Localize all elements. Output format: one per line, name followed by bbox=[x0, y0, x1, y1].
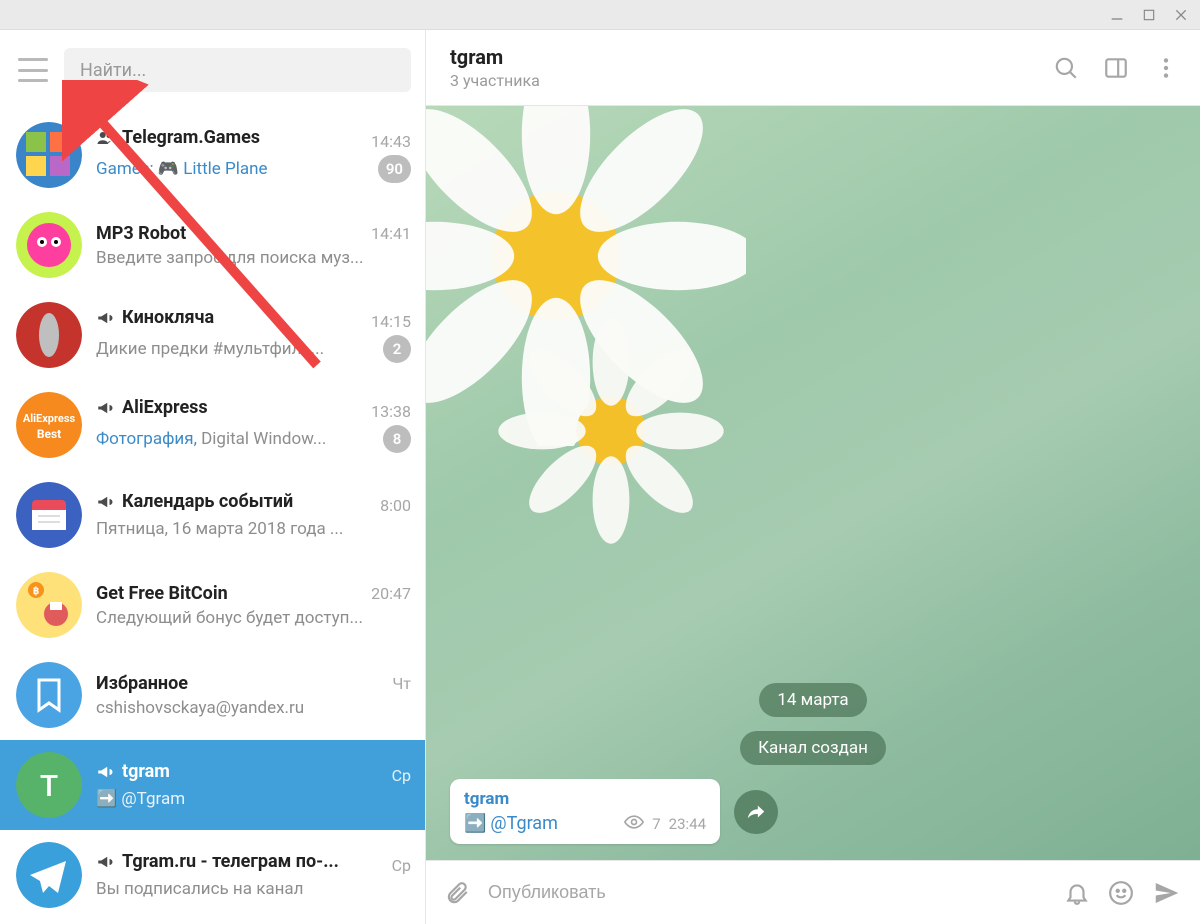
search-input[interactable]: Найти... bbox=[64, 48, 411, 92]
chat-list-item[interactable]: Tgram.ru - телеграм по-... Ср Вы подписали… bbox=[0, 830, 425, 920]
chat-title: Tgram.ru - телеграм по-... bbox=[122, 851, 339, 872]
unread-badge: 8 bbox=[383, 425, 411, 453]
chat-avatar bbox=[16, 122, 82, 188]
megaphone-icon bbox=[96, 493, 114, 511]
window-close-button[interactable] bbox=[1172, 6, 1190, 24]
chat-time: 13:38 bbox=[371, 402, 411, 421]
chat-preview: Вы подписались на канал bbox=[96, 879, 411, 899]
chat-preview: cshishovsckaya@yandex.ru bbox=[96, 698, 411, 718]
chat-list-item[interactable]: MP3 Robot 14:41 Введите запрос для поиска … bbox=[0, 200, 425, 290]
send-button[interactable] bbox=[1152, 878, 1182, 908]
chat-avatar: AliExpress Best bbox=[16, 392, 82, 458]
message-input[interactable] bbox=[488, 882, 1046, 903]
chat-avatar: ฿ bbox=[16, 572, 82, 638]
svg-text:AliExpress: AliExpress bbox=[23, 412, 76, 425]
background-flower-icon bbox=[496, 316, 726, 546]
message-composer bbox=[426, 860, 1200, 924]
chat-preview: Games: 🎮 Little Plane bbox=[96, 159, 370, 179]
chat-avatar bbox=[16, 482, 82, 548]
system-message-pill: Канал создан bbox=[740, 731, 886, 765]
svg-text:Best: Best bbox=[37, 427, 61, 441]
notifications-button[interactable] bbox=[1064, 880, 1090, 906]
chat-list-item[interactable]: Ttgram Ср ➡️ @Tgram bbox=[0, 740, 425, 830]
svg-text:T: T bbox=[40, 769, 58, 804]
chat-title: Telegram.Games bbox=[122, 127, 260, 148]
unread-badge: 2 bbox=[383, 335, 411, 363]
svg-text:฿: ฿ bbox=[33, 586, 39, 597]
window-minimize-button[interactable] bbox=[1108, 6, 1126, 24]
arrow-emoji-icon: ➡️ bbox=[464, 813, 486, 834]
chat-time: Чт bbox=[392, 674, 411, 693]
message-bubble[interactable]: tgram ➡️ @Tgram 7 23:44 bbox=[450, 779, 720, 844]
group-icon bbox=[96, 129, 114, 147]
megaphone-icon bbox=[96, 853, 114, 871]
chat-time: 14:43 bbox=[371, 132, 411, 151]
chat-avatar bbox=[16, 842, 82, 908]
search-placeholder: Найти... bbox=[80, 60, 146, 81]
unread-badge: 90 bbox=[378, 155, 411, 183]
chat-sidebar: Найти... Telegram.Games 14:43Games: 🎮 Lit… bbox=[0, 30, 426, 924]
chat-preview: Фотография, Digital Window... bbox=[96, 429, 375, 449]
main-menu-button[interactable] bbox=[18, 58, 48, 82]
chat-list-item[interactable]: AliExpress Best AliExpress 13:38 Фотография,… bbox=[0, 380, 425, 470]
chat-preview: Дикие предки #мультфиль... bbox=[96, 339, 375, 359]
chat-avatar bbox=[16, 302, 82, 368]
chat-preview: Следующий бонус будет доступ... bbox=[96, 608, 411, 628]
chat-preview: ➡️ @Tgram bbox=[96, 789, 411, 809]
chat-header-subtitle: 3 участника bbox=[450, 71, 1032, 90]
views-icon bbox=[624, 815, 644, 833]
chat-title: AliExpress bbox=[122, 397, 208, 418]
emoji-button[interactable] bbox=[1108, 880, 1134, 906]
chat-list-item[interactable]: Избранное Чт cshishovsckaya@yandex.ru bbox=[0, 650, 425, 740]
chat-panel: tgram 3 участника bbox=[426, 30, 1200, 924]
chat-time: 14:15 bbox=[371, 312, 411, 331]
chat-preview: Пятница, 16 марта 2018 года ... bbox=[96, 519, 411, 539]
attach-button[interactable] bbox=[444, 880, 470, 906]
chat-avatar: T bbox=[16, 752, 82, 818]
more-options-button[interactable] bbox=[1150, 52, 1182, 84]
megaphone-icon bbox=[96, 309, 114, 327]
chat-time: Ср bbox=[392, 856, 411, 875]
search-in-chat-button[interactable] bbox=[1050, 52, 1082, 84]
chat-time: Ср bbox=[392, 766, 411, 785]
chat-list-item[interactable]: Календарь событий 8:00 Пятница, 16 марта 2… bbox=[0, 470, 425, 560]
chat-avatar bbox=[16, 212, 82, 278]
window-maximize-button[interactable] bbox=[1140, 6, 1158, 24]
chat-avatar bbox=[16, 662, 82, 728]
chat-title: tgram bbox=[122, 761, 170, 782]
share-button[interactable] bbox=[734, 790, 778, 834]
side-panel-button[interactable] bbox=[1100, 52, 1132, 84]
megaphone-icon bbox=[96, 399, 114, 417]
chat-messages-area[interactable]: 14 марта Канал создан tgram ➡️ @Tgram bbox=[426, 106, 1200, 860]
chat-list-item[interactable]: Кинокляча 14:15 Дикие предки #мультфиль...… bbox=[0, 290, 425, 380]
chat-list-item[interactable]: ฿ Get Free BitCoin 20:47 Следующий бонус бу… bbox=[0, 560, 425, 650]
chat-list: Telegram.Games 14:43Games: 🎮 Little Plane… bbox=[0, 110, 425, 924]
chat-time: 20:47 bbox=[371, 584, 411, 603]
chat-title: MP3 Robot bbox=[96, 223, 186, 244]
message-views: 7 bbox=[652, 815, 660, 833]
chat-title: Get Free BitCoin bbox=[96, 583, 228, 604]
message-time: 23:44 bbox=[669, 815, 706, 833]
message-sender: tgram bbox=[464, 789, 706, 809]
chat-header-title: tgram bbox=[450, 45, 1032, 69]
chat-title: Кинокляча bbox=[122, 307, 214, 328]
message-handle: @Tgram bbox=[490, 813, 557, 834]
chat-time: 14:41 bbox=[371, 224, 411, 243]
chat-preview: Введите запрос для поиска муз... bbox=[96, 248, 411, 268]
chat-time: 8:00 bbox=[380, 496, 411, 515]
chat-header[interactable]: tgram 3 участника bbox=[426, 30, 1200, 106]
megaphone-icon bbox=[96, 763, 114, 781]
window-titlebar bbox=[0, 0, 1200, 30]
date-pill: 14 марта bbox=[759, 683, 866, 717]
chat-list-item[interactable]: Telegram.Games 14:43Games: 🎮 Little Plane… bbox=[0, 110, 425, 200]
chat-title: Избранное bbox=[96, 673, 188, 694]
chat-title: Календарь событий bbox=[122, 491, 293, 512]
